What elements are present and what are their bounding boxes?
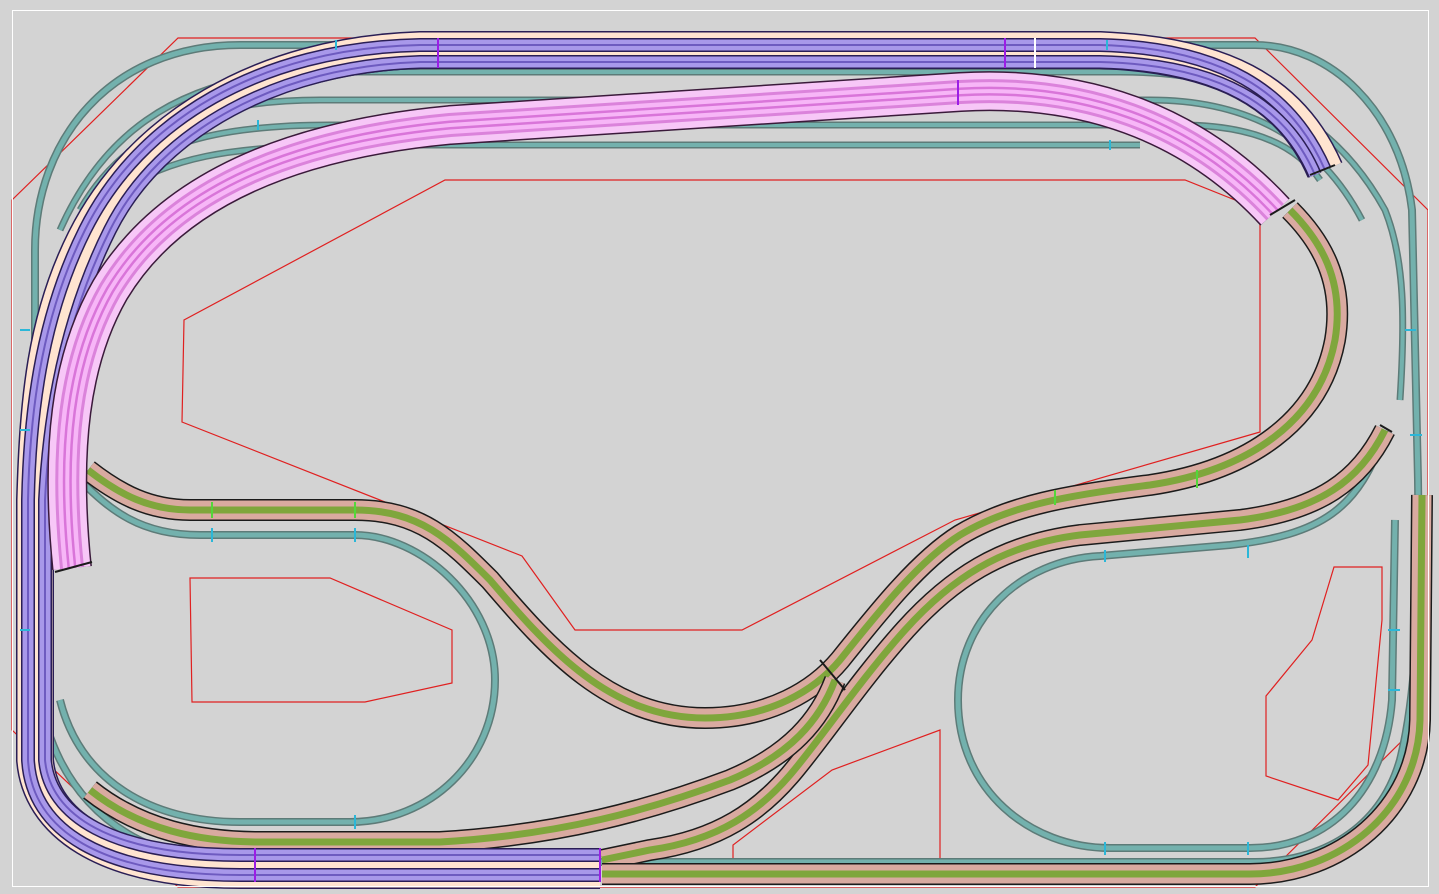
track-plan-drawing (11, 30, 1433, 889)
track-plan-canvas (0, 0, 1439, 894)
scenery-outline-right (1265, 566, 1383, 801)
upper-level-tracks (16, 30, 1343, 889)
scenery-outline-left (189, 577, 453, 703)
scenery-outline-center (181, 179, 1261, 631)
